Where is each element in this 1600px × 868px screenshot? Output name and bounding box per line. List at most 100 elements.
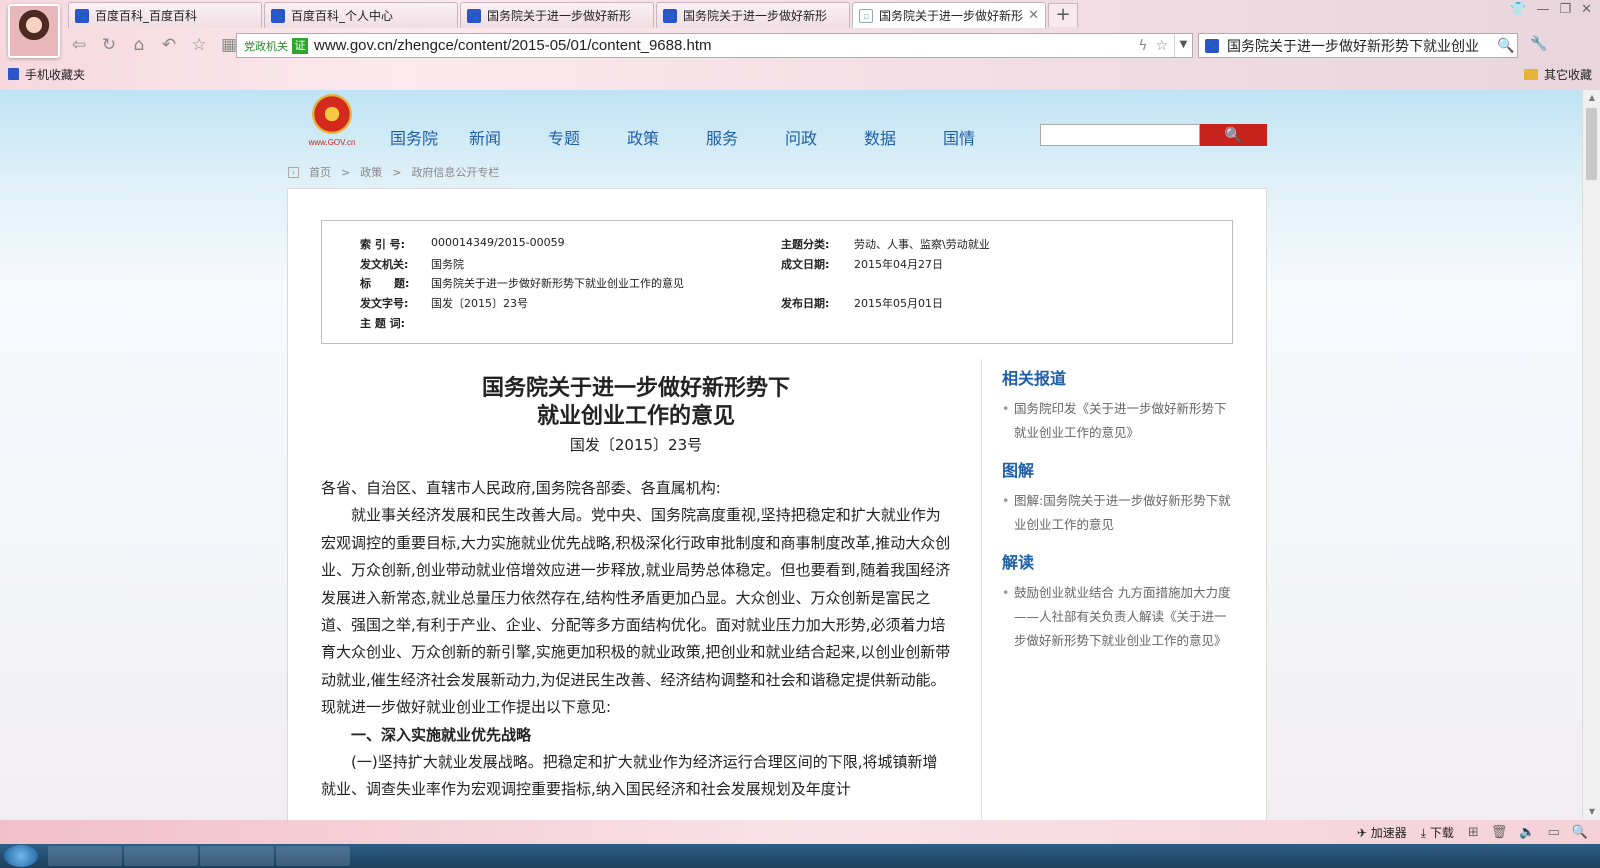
back-icon[interactable]: ⇦ (68, 34, 90, 56)
publish-value: 2015年05月01日 (854, 297, 943, 310)
nav-item[interactable]: 问政 (785, 125, 864, 149)
site-search-input[interactable] (1040, 124, 1200, 146)
date-written-value: 2015年04月27日 (854, 258, 943, 271)
status-bar: ✈ 加速器 ⤓ 下载 ⊞ 🗑 🔈 ▭ 🔍 (0, 820, 1600, 844)
new-tab-button[interactable]: + (1048, 3, 1078, 27)
document-metadata-box: 索 引 号: 000014349/2015-00059 主题分类: 劳动、人事、… (321, 220, 1233, 344)
page-viewport: www.GOV.cn 国务院 新闻 专题 政策 服务 问政 数据 国情 🔍 › … (0, 90, 1582, 820)
refresh-icon[interactable]: ↻ (98, 34, 120, 56)
bookmark-mobile-favorites[interactable]: 手机收藏夹 (8, 66, 85, 83)
tools-icon[interactable]: 🔧 (1530, 36, 1547, 52)
paragraph: 就业事关经济发展和民生改善大局。党中央、国务院高度重视,坚持把稳定和扩大就业作为… (321, 506, 951, 717)
sidebar-heading-graphic: 图解 (1002, 461, 1035, 480)
volume-icon[interactable]: 🔈 (1519, 825, 1535, 840)
breadcrumb-policy[interactable]: 政策 (360, 164, 382, 180)
paragraph: (一)坚持扩大就业发展战略。把稳定和扩大就业作为经济运行合理区间的下限,将城镇新… (321, 753, 938, 799)
bookmark-label: 其它收藏 (1543, 67, 1592, 82)
main-nav: 国务院 新闻 专题 政策 服务 问政 数据 国情 (390, 125, 1022, 149)
browser-tab[interactable]: 🐾 百度百科_个人中心 (264, 2, 458, 28)
favorite-star-icon[interactable]: ☆ (188, 34, 210, 56)
phone-icon (8, 68, 19, 80)
nav-item[interactable]: 专题 (548, 125, 627, 149)
title-label: 标 题: (360, 277, 410, 290)
content-panel: 索 引 号: 000014349/2015-00059 主题分类: 劳动、人事、… (287, 188, 1267, 820)
browser-chrome: 🐾 百度百科_百度百科 🐾 百度百科_个人中心 🐾 国务院关于进一步做好新形 🐾… (0, 0, 1600, 90)
breadcrumb-separator: > (392, 165, 402, 179)
home-icon[interactable]: ⌂ (128, 34, 150, 56)
article-body: 各省、自治区、直辖市人民政府,国务院各部委、各直属机构: 就业事关经济发展和民生… (321, 475, 951, 804)
download-button[interactable]: ⤓ 下载 (1421, 824, 1454, 841)
trash-icon[interactable]: 🗑 (1491, 825, 1508, 840)
site-search-button[interactable]: 🔍 (1200, 124, 1267, 146)
baidu-paw-icon: 🐾 (1205, 38, 1219, 53)
browser-tab[interactable]: 🐾 国务院关于进一步做好新形 (460, 2, 654, 28)
sidebar-link[interactable]: 图解:国务院关于进一步做好新形势下就业创业工作的意见 (1002, 489, 1232, 537)
scrollbar-thumb[interactable] (1586, 108, 1597, 180)
breadcrumb-home[interactable]: 首页 (309, 164, 331, 180)
download-label: 下载 (1429, 825, 1454, 840)
browser-search-box[interactable]: 🐾 国务院关于进一步做好新形势下就业创业 🔍 (1198, 33, 1518, 58)
nav-item[interactable]: 国务院 (390, 125, 469, 149)
accelerator-label: 加速器 (1370, 825, 1407, 840)
article-title-line2: 就业创业工作的意见 (536, 403, 735, 429)
nav-item[interactable]: 数据 (864, 125, 943, 149)
zoom-icon[interactable]: 🔍 (1572, 825, 1588, 840)
bookmark-star-icon[interactable]: ☆ (1155, 38, 1168, 54)
nav-item[interactable]: 国情 (943, 125, 1022, 149)
url-text[interactable]: www.gov.cn/zhengce/content/2015-05/01/co… (314, 37, 1138, 54)
issuer-label: 发文机关: (360, 258, 409, 271)
tab-label: 国务院关于进一步做好新形 (879, 9, 1024, 23)
screen-icon[interactable]: ▭ (1548, 825, 1560, 840)
section-heading: 一、深入实施就业优先战略 (351, 725, 532, 744)
start-button[interactable] (4, 845, 38, 867)
docno-value: 国发〔2015〕23号 (431, 297, 528, 310)
article-title-line1: 国务院关于进一步做好新形势下 (481, 375, 790, 401)
window-controls: 👕 — ❐ ✕ (1510, 2, 1592, 17)
gov-site-badge: 党政机关 (244, 39, 288, 53)
browser-tab-active[interactable]: ▫ 国务院关于进一步做好新形 ✕ (852, 2, 1046, 28)
bookmark-other-favorites[interactable]: 其它收藏 (1523, 66, 1592, 83)
accelerator-button[interactable]: ✈ 加速器 (1357, 824, 1407, 841)
taskbar-button[interactable] (124, 846, 198, 866)
tab-strip: 🐾 百度百科_百度百科 🐾 百度百科_个人中心 🐾 国务院关于进一步做好新形 🐾… (68, 2, 1078, 29)
browser-tab[interactable]: 🐾 国务院关于进一步做好新形 (656, 2, 850, 28)
taskbar-button[interactable] (48, 846, 122, 866)
sidebar-link[interactable]: 国务院印发《关于进一步做好新形势下就业创业工作的意见》 (1002, 397, 1232, 445)
url-dropdown-icon[interactable]: ▼ (1174, 34, 1192, 57)
address-bar[interactable]: 党政机关 证 www.gov.cn/zhengce/content/2015-0… (236, 33, 1193, 58)
undo-icon[interactable]: ↶ (158, 34, 180, 56)
scroll-up-icon[interactable]: ▲ (1583, 90, 1600, 106)
minimize-icon[interactable]: — (1536, 2, 1549, 17)
skin-icon[interactable]: 👕 (1510, 2, 1526, 17)
breadcrumb-info-column[interactable]: 政府信息公开专栏 (411, 164, 499, 180)
site-logo[interactable]: www.GOV.cn (306, 94, 358, 154)
title-value: 国务院关于进一步做好新形势下就业创业工作的意见 (431, 277, 684, 290)
tab-label: 国务院关于进一步做好新形 (683, 9, 828, 23)
search-icon: 🔍 (1224, 126, 1243, 144)
taskbar-button[interactable] (276, 846, 350, 866)
breadcrumb-separator: > (341, 165, 351, 179)
user-avatar[interactable] (8, 4, 60, 58)
nav-item[interactable]: 新闻 (469, 125, 548, 149)
close-window-icon[interactable]: ✕ (1581, 2, 1592, 17)
browser-tab[interactable]: 🐾 百度百科_百度百科 (68, 2, 262, 28)
date-written-label: 成文日期: (781, 258, 830, 271)
vertical-scrollbar[interactable]: ▲ ▼ (1582, 90, 1600, 820)
docno-label: 发文字号: (360, 297, 409, 310)
verified-icon: 证 (292, 37, 308, 54)
search-icon[interactable]: 🔍 (1497, 38, 1517, 54)
search-text[interactable]: 国务院关于进一步做好新形势下就业创业 (1227, 36, 1497, 56)
close-tab-icon[interactable]: ✕ (1028, 8, 1039, 23)
add-icon[interactable]: ⊞ (1468, 825, 1479, 840)
lightning-icon[interactable]: ϟ (1138, 38, 1147, 54)
breadcrumb: › 首页 > 政策 > 政府信息公开专栏 (288, 164, 499, 180)
nav-item[interactable]: 服务 (706, 125, 785, 149)
sidebar-link[interactable]: 鼓励创业就业结合 九方面措施加大力度——人社部有关负责人解读《关于进一步做好新形… (1002, 581, 1232, 653)
restore-icon[interactable]: ❐ (1559, 2, 1571, 17)
related-sidebar: 相关报道 国务院印发《关于进一步做好新形势下就业创业工作的意见》 图解 图解:国… (1002, 365, 1232, 665)
scroll-down-icon[interactable]: ▼ (1583, 804, 1600, 820)
home-icon: › (288, 166, 299, 178)
nav-item[interactable]: 政策 (627, 125, 706, 149)
tab-label: 国务院关于进一步做好新形 (487, 9, 632, 23)
taskbar-button[interactable] (200, 846, 274, 866)
